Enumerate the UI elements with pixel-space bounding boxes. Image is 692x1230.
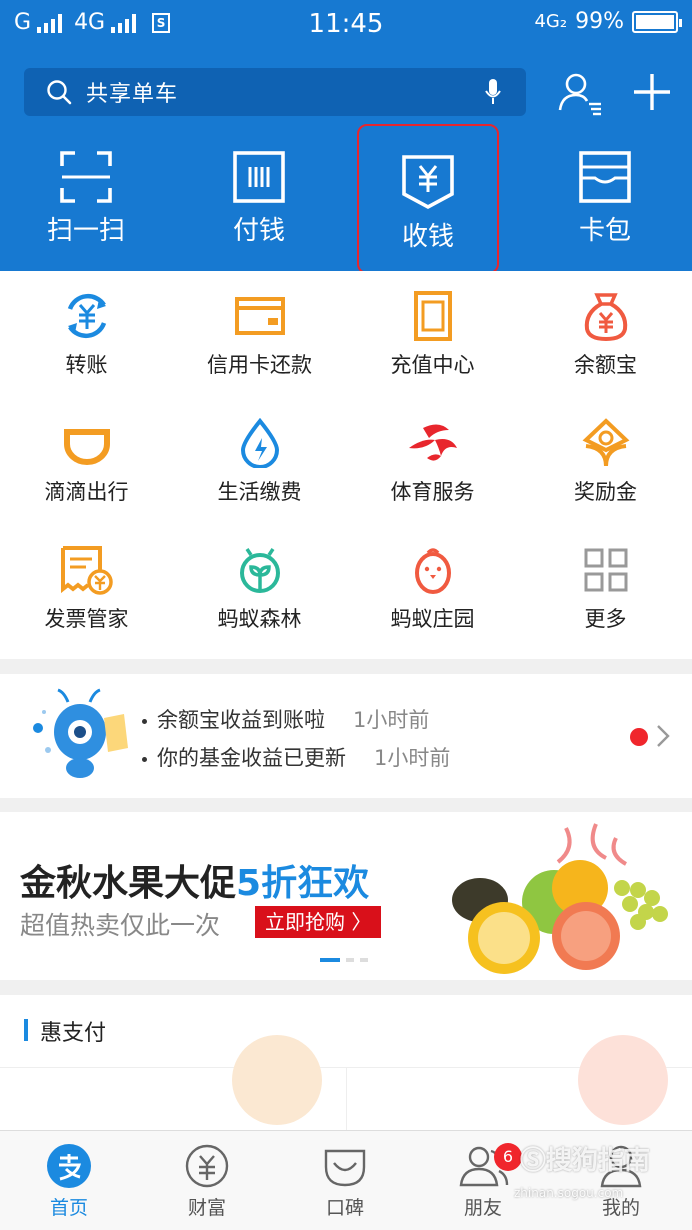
banner-subtitle: 超值热卖仅此一次 xyxy=(20,911,221,940)
notification-item: 余额宝收益到账啦 1小时前 xyxy=(142,704,429,734)
sports-icon xyxy=(408,424,457,461)
scan-button[interactable]: 扫一扫 xyxy=(16,146,156,266)
grid-label: 奖励金 xyxy=(574,480,637,504)
phone-topup-icon xyxy=(413,291,452,341)
scan-icon xyxy=(60,151,112,203)
grid-item-invoice[interactable]: 发票管家 xyxy=(0,525,173,635)
notification-time: 1小时前 xyxy=(353,708,430,732)
watermark: Ⓢ搜狗指南 xyxy=(520,1146,651,1176)
unread-dot xyxy=(630,728,648,746)
water-drop-icon xyxy=(240,418,279,468)
plus-icon[interactable] xyxy=(630,70,674,114)
grid-item-didi[interactable]: 滴滴出行 xyxy=(0,398,173,508)
battery-percent: 99% xyxy=(575,9,624,34)
notification-time: 1小时前 xyxy=(374,746,451,770)
grid-item-credit-card[interactable]: 信用卡还款 xyxy=(173,271,346,381)
service-grid: 转账 信用卡还款 充值中心 余额宝 滴滴出行 生活缴费 体育服务 奖励金 发票管… xyxy=(0,271,692,659)
banner-title-highlight: 5折狂欢 xyxy=(236,863,370,904)
grid-label: 蚂蚁庄园 xyxy=(390,607,475,631)
chick-icon xyxy=(414,548,451,594)
watermark-url: zhinan.sogou.com xyxy=(514,1186,624,1200)
tab-label: 首页 xyxy=(49,1197,88,1219)
notification-text: 你的基金收益已更新 xyxy=(157,746,346,770)
credit-card-icon xyxy=(234,297,285,335)
grid-label: 蚂蚁森林 xyxy=(217,607,302,631)
grid-label: 生活缴费 xyxy=(217,480,302,504)
tab-label: 朋友 xyxy=(463,1197,502,1219)
wealth-icon xyxy=(185,1144,229,1188)
card-image xyxy=(578,1035,668,1125)
network-type: 4G₂ xyxy=(534,11,568,32)
grid-item-reward[interactable]: 奖励金 xyxy=(519,398,692,508)
pay-button[interactable]: 付钱 xyxy=(189,146,329,266)
grid-label: 发票管家 xyxy=(44,607,129,631)
header: 共享单车 扫一扫 付钱 收钱 卡包 xyxy=(0,46,692,274)
reward-icon xyxy=(582,418,629,467)
sprout-icon xyxy=(239,548,280,593)
search-bar[interactable]: 共享单车 xyxy=(24,68,526,116)
grid-item-ant-forest[interactable]: 蚂蚁森林 xyxy=(173,525,346,635)
microphone-icon[interactable] xyxy=(484,78,502,106)
money-bag-icon xyxy=(584,293,627,341)
card-wallet-label: 卡包 xyxy=(578,216,631,246)
grid-item-topup[interactable]: 充值中心 xyxy=(346,271,519,381)
receive-money-icon xyxy=(402,155,454,210)
grid-label: 体育服务 xyxy=(390,480,475,504)
grid-item-ant-farm[interactable]: 蚂蚁庄园 xyxy=(346,525,519,635)
search-icon xyxy=(47,80,72,105)
section-marker xyxy=(24,1019,28,1041)
grid-item-utilities[interactable]: 生活缴费 xyxy=(173,398,346,508)
grid-label: 充值中心 xyxy=(390,353,475,377)
ant-mascot-icon xyxy=(33,688,128,778)
card-image xyxy=(232,1035,322,1125)
banner-cta-button[interactable]: 立即抢购 〉 xyxy=(255,906,382,938)
didi-icon xyxy=(63,429,110,465)
receive-money-label: 收钱 xyxy=(401,222,454,252)
grid-item-sports[interactable]: 体育服务 xyxy=(346,398,519,508)
notification-card[interactable]: 余额宝收益到账啦 1小时前 你的基金收益已更新 1小时前 xyxy=(0,674,692,798)
grid-label: 信用卡还款 xyxy=(207,353,312,377)
battery-icon xyxy=(632,10,682,33)
status-bar: G 4G S 11:45 4G₂ 99% xyxy=(0,0,692,46)
tab-home[interactable]: 首页 xyxy=(0,1143,138,1220)
chevron-right-icon xyxy=(657,725,670,747)
invoice-icon xyxy=(60,546,113,595)
search-placeholder: 共享单车 xyxy=(86,82,179,107)
receive-money-button[interactable]: 收钱 xyxy=(357,124,499,274)
grid-label: 转账 xyxy=(65,353,108,377)
transfer-icon xyxy=(67,293,106,339)
friends-badge: 6 xyxy=(494,1143,522,1171)
notification-text: 余额宝收益到账啦 xyxy=(157,708,325,732)
notification-item: 你的基金收益已更新 1小时前 xyxy=(142,742,450,772)
fruit-image xyxy=(452,823,668,974)
banner-title: 金秋水果大促5折狂欢 xyxy=(20,863,370,904)
more-grid-icon xyxy=(584,548,627,592)
card-wallet-button[interactable]: 卡包 xyxy=(535,146,675,266)
tab-label: 口碑 xyxy=(325,1197,364,1219)
grid-item-yuebao[interactable]: 余额宝 xyxy=(519,271,692,381)
tab-label: 我的 xyxy=(601,1197,640,1219)
grid-label: 更多 xyxy=(584,607,627,631)
grid-label: 余额宝 xyxy=(574,353,637,377)
tab-koubei[interactable]: 口碑 xyxy=(276,1143,414,1220)
barcode-icon xyxy=(233,151,285,203)
contacts-icon[interactable] xyxy=(556,68,604,116)
koubei-icon xyxy=(324,1149,366,1187)
card-wallet-icon xyxy=(579,151,631,203)
promo-banner[interactable]: 金秋水果大促5折狂欢 超值热卖仅此一次 立即抢购 〉 xyxy=(0,812,692,980)
section-title: 惠支付 xyxy=(40,1021,107,1046)
carousel-indicator xyxy=(320,958,368,962)
tab-wealth[interactable]: 财富 xyxy=(138,1143,276,1220)
grid-label: 滴滴出行 xyxy=(44,480,129,504)
tab-label: 财富 xyxy=(187,1197,226,1219)
discount-pay-section: 惠支付 xyxy=(0,995,692,1131)
grid-item-more[interactable]: 更多 xyxy=(519,525,692,635)
grid-item-transfer[interactable]: 转账 xyxy=(0,271,173,381)
pay-label: 付钱 xyxy=(232,216,285,246)
scan-label: 扫一扫 xyxy=(46,216,125,246)
alipay-home-icon xyxy=(47,1144,91,1188)
